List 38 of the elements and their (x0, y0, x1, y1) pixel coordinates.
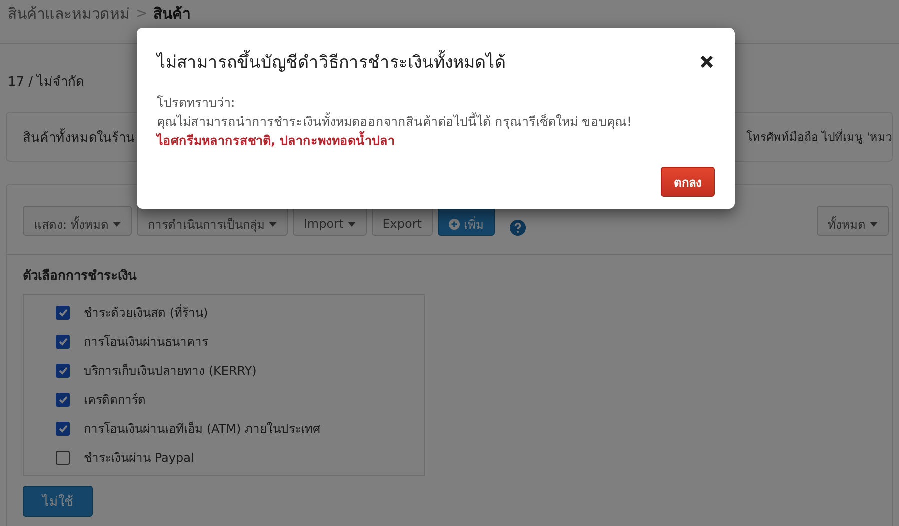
caret-icon (112, 222, 121, 226)
option-label: บริการเก็บเงินปลายทาง (KERRY) (84, 362, 257, 380)
plus-icon (448, 218, 460, 230)
filter-dropdown[interactable]: ทั้งหมด (817, 206, 889, 236)
close-icon[interactable] (699, 54, 715, 70)
option-label: เครดิตการ์ด (84, 392, 146, 409)
checkbox[interactable] (56, 334, 70, 348)
section-title: ตัวเลือกการชำระเงิน (23, 268, 138, 286)
dropdown-button[interactable]: Import (292, 206, 367, 236)
checkbox[interactable] (56, 364, 70, 378)
add-button[interactable]: เพิ่ม (438, 206, 495, 236)
product-list: ไอศกรีมหลากรสชาติ, ปลากะพงทอดน้ำปลา (157, 131, 715, 150)
caret-icon (348, 222, 356, 226)
option-label: ชำระด้วยเงินสด (ที่ร้าน) (84, 304, 208, 322)
checkbox[interactable] (56, 450, 70, 464)
checkbox[interactable] (56, 392, 70, 406)
dropdown-button[interactable]: การดำเนินการเป็นกลุ่ม (136, 206, 288, 236)
caret-icon (870, 222, 878, 226)
product-quota: 17 / ไม่จำกัด (8, 75, 84, 90)
option-label: ชำระเงินผ่าน Paypal (84, 450, 194, 467)
dropdown-button[interactable]: แสดง: ทั้งหมด (23, 206, 132, 236)
checkbox[interactable] (56, 422, 70, 436)
caret-icon (268, 222, 277, 226)
breadcrumb-link[interactable]: สินค้าและหมวดหม่ (8, 5, 130, 23)
breadcrumb-current: สินค้า (154, 5, 191, 23)
help-icon[interactable] (510, 220, 526, 236)
checkbox[interactable] (56, 306, 70, 320)
modal-title: ไม่สามารถขึ้นบัญชีดำวิธีการชำระเงินทั้งหมดได้ (157, 48, 506, 75)
modal-text: คุณไม่สามารถนำการชำระเงินทั้งหมดออกจากสินค้าต่อไปนี้ได้ กรุณารีเซ็ตใหม่ ขอบคุณ! (157, 112, 633, 131)
export-button[interactable]: Export (372, 206, 433, 236)
ok-button[interactable]: ตกลง (661, 167, 715, 197)
info-text: โทรศัพท์มือถือ ไปที่เมนู 'หมว (746, 128, 892, 146)
option-label: การโอนเงินผ่านเอทีเอ็ม (ATM) ภายในประเทศ (84, 420, 321, 438)
info-text: สินค้าทั้งหมดในร้าน (23, 126, 135, 148)
option-label: การโอนเงินผ่านธนาคาร (84, 334, 208, 351)
breadcrumb-separator: > (136, 5, 148, 23)
disable-button[interactable]: ไม่ใช้ (23, 486, 93, 517)
modal-text: โปรดทราบว่า: (157, 94, 236, 112)
